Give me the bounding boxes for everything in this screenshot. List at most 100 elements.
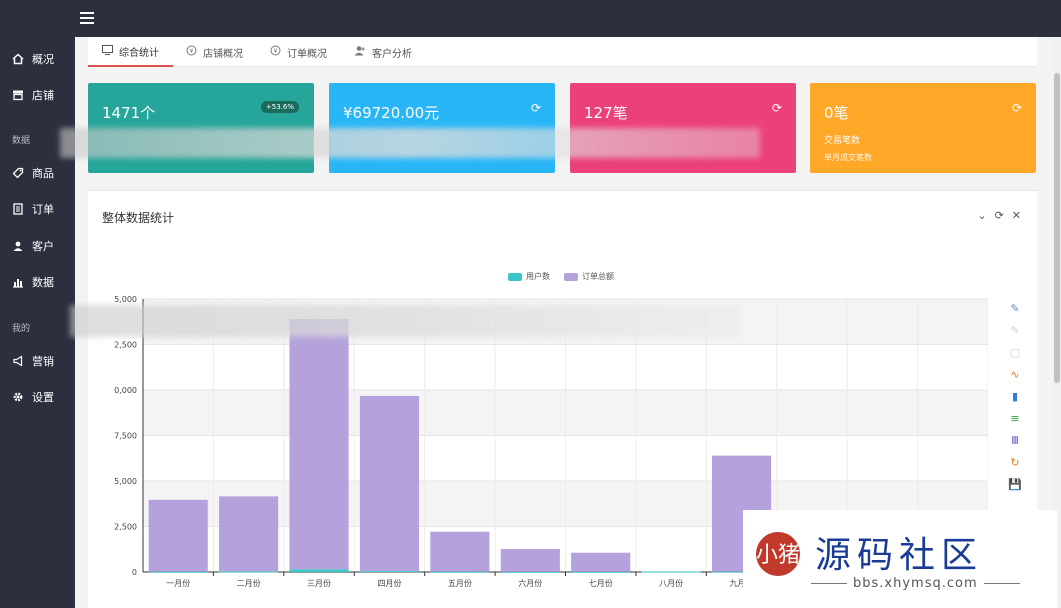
stat-sublabel: 单月成交笔数	[824, 153, 872, 162]
mark-icon[interactable]: ✎	[1009, 301, 1021, 315]
tab-label: 客户分析	[372, 48, 412, 60]
chart-bar	[289, 569, 349, 572]
stat-value: 127笔	[584, 104, 628, 122]
chart-bar	[571, 571, 631, 573]
chart-bar	[148, 499, 208, 572]
tab-overview-stats[interactable]: 综合统计	[88, 37, 173, 67]
panel-title: 整体数据统计	[102, 211, 175, 225]
chart-bar	[148, 571, 208, 573]
legend-item[interactable]: 用户数	[508, 271, 550, 282]
chart-bar	[430, 531, 490, 572]
sidebar-item-label: 营销	[32, 355, 54, 368]
y-tick-label: 2,500	[114, 341, 137, 350]
legend-label: 用户数	[526, 272, 550, 281]
chart-bar	[219, 496, 279, 572]
sidebar-item-marketing[interactable]: 营销	[0, 349, 75, 373]
sidebar-item-label: 概况	[32, 53, 54, 66]
legend-label: 订单总额	[582, 272, 614, 281]
sidebar-item-label: 设置	[32, 391, 54, 404]
x-tick-label: 二月份	[237, 578, 261, 588]
sidebar-item-orders[interactable]: 订单	[0, 197, 75, 221]
users-icon	[354, 45, 366, 59]
sidebar-item-label: 数据	[32, 276, 54, 289]
sidebar-item-data[interactable]: 数据	[0, 270, 75, 294]
sidebar-item-customers[interactable]: 客户	[0, 234, 75, 258]
x-tick-label: 八月份	[659, 578, 683, 588]
panel-tools: ⌄ ⟳ ✕	[977, 209, 1021, 222]
y-tick-label: 0,000	[114, 386, 137, 395]
chart-bar	[289, 319, 349, 570]
tab-customer-analysis[interactable]: 客户分析	[354, 37, 412, 67]
tiled-icon[interactable]: Ⅲ	[1009, 433, 1021, 447]
coin-icon: ¥	[270, 45, 281, 59]
x-tick-label: 三月份	[307, 578, 331, 588]
refresh-icon[interactable]: ⟳	[1012, 101, 1022, 115]
chart-bar	[359, 571, 420, 573]
sidebar-item-label: 客户	[32, 240, 54, 253]
tab-label: 订单概况	[287, 48, 327, 60]
watermark-title: 源码社区	[815, 535, 984, 576]
store-icon	[12, 89, 24, 101]
chart-bar	[359, 395, 420, 572]
sidebar-group-label: 数据	[12, 136, 31, 146]
refresh-icon[interactable]: ⟳	[772, 101, 782, 115]
tab-label: 店铺概况	[203, 48, 243, 60]
chart-legend: 用户数 订单总额	[508, 271, 614, 282]
chart-bar	[500, 571, 560, 573]
svg-text:¥: ¥	[190, 48, 194, 55]
tag-icon	[12, 167, 24, 179]
refresh-icon[interactable]: ⟳	[995, 209, 1004, 222]
scrollbar-thumb[interactable]	[1054, 73, 1060, 383]
user-icon	[12, 240, 24, 252]
coin-icon: ¥	[186, 45, 197, 59]
chart-bar	[219, 571, 279, 573]
refresh-icon[interactable]: ⟳	[531, 101, 541, 115]
close-icon[interactable]: ✕	[1012, 209, 1021, 222]
tab-label: 综合统计	[119, 47, 159, 59]
svg-text:小猪: 小猪	[756, 543, 800, 568]
save-image-icon[interactable]: 💾	[1008, 477, 1022, 491]
sidebar-item-store[interactable]: 店铺	[0, 83, 75, 107]
y-tick-label: 5,000	[114, 477, 137, 486]
chevron-down-icon[interactable]: ⌄	[977, 209, 986, 222]
sidebar-item-overview[interactable]: 概况	[0, 47, 75, 71]
blurred-region	[60, 128, 760, 158]
hamburger-icon[interactable]	[80, 12, 94, 24]
y-tick-label: 0	[132, 568, 137, 577]
sidebar-item-label: 订单	[32, 203, 54, 216]
sidebar-item-label: 店铺	[32, 89, 54, 102]
y-tick-label: 5,000	[114, 295, 137, 304]
stat-card-transactions: 0笔 交易笔数 单月成交笔数 ⟳	[810, 83, 1036, 173]
stack-icon[interactable]: ≡	[1009, 411, 1021, 425]
x-tick-label: 四月份	[377, 578, 401, 588]
x-tick-label: 一月份	[166, 578, 190, 588]
watermark-url: bbs.xhymsq.com	[805, 576, 1026, 591]
svg-text:¥: ¥	[274, 48, 278, 55]
blurred-region	[70, 305, 740, 337]
legend-item[interactable]: 订单总额	[564, 271, 614, 282]
sidebar-item-settings[interactable]: 设置	[0, 385, 75, 409]
clear-icon[interactable]: ▢	[1009, 345, 1021, 359]
watermark: 小猪 源码社区 bbs.xhymsq.com	[743, 510, 1057, 608]
top-bar	[0, 0, 1061, 37]
sidebar-item-label: 商品	[32, 167, 54, 180]
x-tick-label: 七月份	[589, 578, 613, 588]
x-tick-label: 六月份	[518, 578, 542, 588]
chart-bar	[430, 571, 490, 573]
stat-value: 0笔	[824, 104, 849, 122]
tab-bar: 综合统计 ¥ 店铺概况 ¥ 订单概况 客户分析	[88, 37, 1037, 67]
mark-undo-icon[interactable]: ✎	[1009, 323, 1021, 337]
tab-order-overview[interactable]: ¥ 订单概况	[270, 37, 327, 67]
x-tick-label: 五月份	[448, 578, 472, 588]
restore-icon[interactable]: ↻	[1009, 455, 1021, 469]
tab-store-overview[interactable]: ¥ 店铺概况	[186, 37, 243, 67]
chart-bar	[641, 571, 701, 573]
stat-label: 交易笔数	[824, 136, 861, 146]
sidebar-item-goods[interactable]: 商品	[0, 161, 75, 185]
megaphone-icon	[12, 355, 24, 367]
home-icon	[12, 53, 24, 65]
line-chart-icon[interactable]: ∿	[1009, 367, 1021, 381]
chart-bar	[500, 549, 560, 572]
bar-chart-icon[interactable]: ▮	[1009, 389, 1021, 403]
document-icon	[12, 203, 24, 215]
